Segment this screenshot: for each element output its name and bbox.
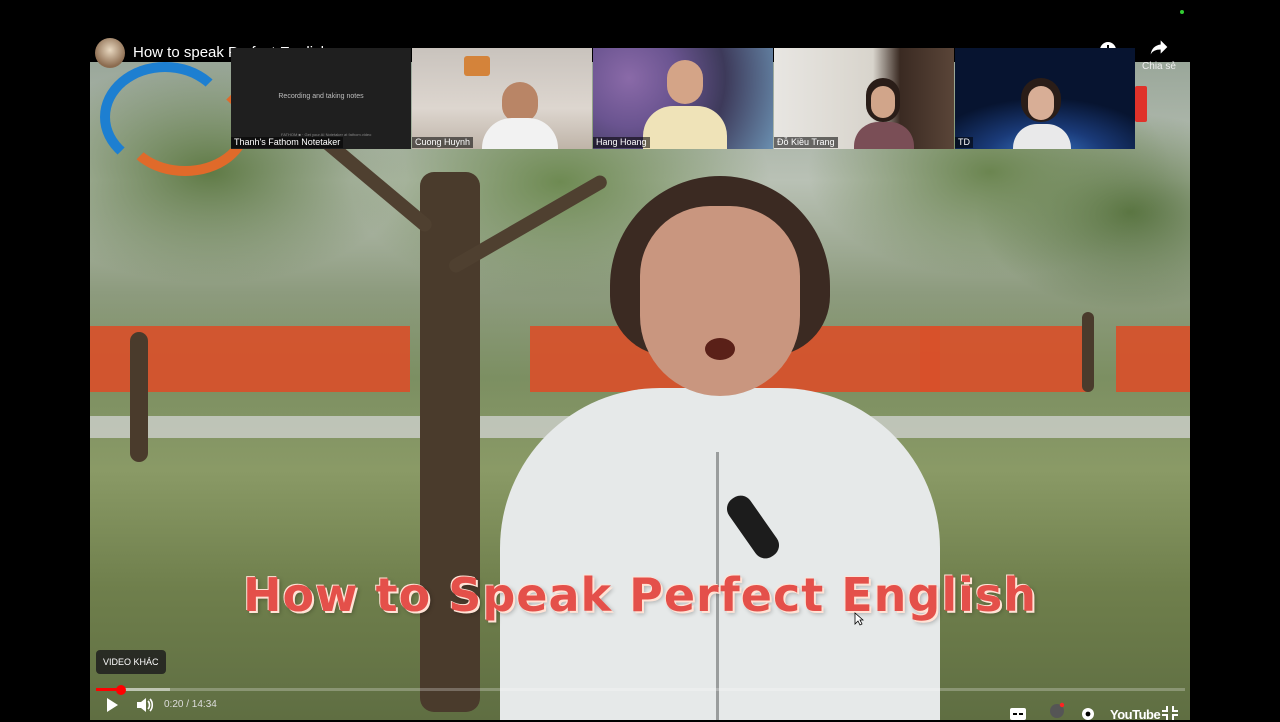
mouth [705,338,735,360]
more-videos-button[interactable]: VIDEO KHÁC [96,650,166,674]
participant-shirt [1013,124,1071,149]
meeting-participant-strip: Recording and taking notes FATHOM ■ · Ge… [231,48,1135,149]
time-display: 0:20 / 14:34 [164,699,217,710]
orange-banner [920,326,1090,392]
participant-tile[interactable]: Hang Hoang [593,48,773,149]
participant-tile[interactable]: Cuong Huynh [412,48,592,149]
participant-name: Hang Hoang [593,137,650,148]
video-overlay-tab [1135,86,1147,122]
participant-name: Cuong Huynh [412,137,474,148]
orange-banner [1116,326,1190,392]
participant-name: Thanh's Fathom Notetaker [231,137,344,148]
presenter [500,152,940,720]
autoplay-icon[interactable] [1048,702,1066,720]
participant-shirt [854,122,914,149]
share-label: Chia sẻ [1142,61,1176,72]
participant-name: Đỗ Kiều Trang [774,137,838,148]
play-icon[interactable] [104,697,120,713]
tree-trunk [1082,312,1094,392]
channel-avatar[interactable] [95,38,125,68]
participant-tile[interactable]: TD [955,48,1135,149]
player-controls: 0:20 / 14:34 YouTube [90,684,1190,722]
video-frame[interactable]: How to Speak Perfect English [90,62,1190,720]
captions-icon[interactable] [1010,708,1026,720]
participant-face [1028,86,1054,120]
status-indicator [1180,10,1184,14]
mouse-cursor-icon [854,612,864,626]
participant-face [871,86,895,118]
exit-fullscreen-icon[interactable] [1162,706,1178,720]
scrubber-handle[interactable] [116,685,127,695]
face [640,206,800,396]
participant-face [667,60,703,104]
hoodie [500,388,940,720]
notetaker-status: Recording and taking notes [278,93,364,100]
participant-shirt [643,106,727,149]
wall-poster [464,56,490,76]
participant-face [502,82,538,122]
video-headline: How to Speak Perfect English [243,568,1037,622]
tree-trunk [130,332,148,462]
participant-shirt [482,118,558,149]
participant-name: TD [955,137,973,148]
volume-icon[interactable] [135,696,155,714]
participant-tile[interactable]: Recording and taking notes FATHOM ■ · Ge… [231,48,411,149]
share-icon [1150,40,1168,55]
participant-tile[interactable]: Đỗ Kiều Trang [774,48,954,149]
progress-bar[interactable] [96,685,1185,695]
share-button[interactable]: Chia sẻ [1136,38,1182,76]
